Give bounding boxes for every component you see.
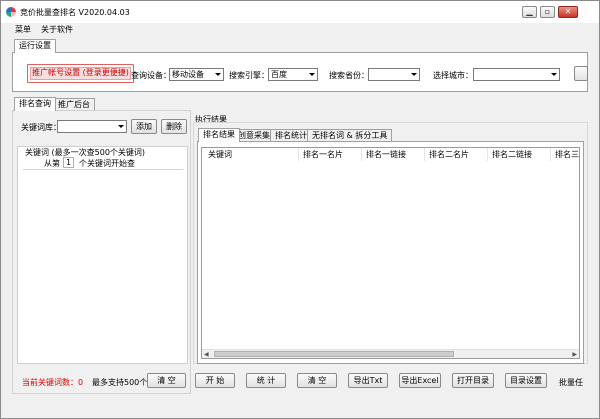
results-table: 关键词 排名一名片 排名一链接 排名二名片 排名二链接 排名三名 ◀ ▶ — [201, 147, 580, 359]
chevron-down-icon — [411, 73, 417, 76]
col-header-rank2-card[interactable]: 排名二名片 — [425, 148, 488, 161]
scrollbar-thumb[interactable] — [214, 351, 454, 357]
keyword-count-value: 0 — [78, 378, 84, 387]
batch-task-label: 批量任 — [559, 378, 583, 387]
tab-rank-query[interactable]: 排名查询 — [14, 97, 56, 111]
menu-item-about[interactable]: 关于软件 — [41, 23, 73, 36]
keyword-lib-label: 关键词库： — [21, 123, 61, 132]
device-label: 查询设备： — [131, 71, 171, 80]
start-index-input[interactable]: 1 — [63, 157, 74, 168]
keyword-count-text: 当前关键词数： — [22, 378, 78, 387]
keywords-group: 关键词 (最多一次查500个关键词) 从第 1 个关键词开始查 — [17, 146, 188, 364]
menu-bar: 菜单 关于软件 — [1, 23, 599, 36]
engine-label: 搜索引擎： — [229, 71, 269, 80]
app-window: 竞价批量查排名 V2020.04.03 ▁ ▫ ✕ 菜单 关于软件 运行设置 推… — [0, 0, 600, 419]
delete-keyword-button[interactable]: 删除 — [161, 119, 187, 134]
chevron-down-icon — [215, 73, 221, 76]
promo-account-button[interactable]: 推广帐号设置 (登录更便捷) — [27, 64, 134, 83]
keywords-textarea[interactable] — [23, 169, 183, 361]
results-group: 排名结果 创意采集 排名统计 无排名词 & 拆分工具 关键词 排名一名片 排名一… — [193, 122, 588, 364]
tab-rank-results[interactable]: 排名结果 — [198, 128, 240, 142]
export-excel-button[interactable]: 导出Excel — [399, 373, 441, 388]
more-settings-button[interactable] — [574, 66, 588, 81]
promo-button-label: 推广帐号设置 (登录更便捷) — [32, 68, 129, 77]
scroll-left-arrow-icon[interactable]: ◀ — [204, 351, 209, 358]
max-support-label: 最多支持500个 — [92, 378, 148, 387]
clear-keywords-button[interactable]: 清 空 — [147, 373, 186, 388]
maximize-button[interactable]: ▫ — [540, 6, 555, 18]
chevron-down-icon — [309, 73, 315, 76]
col-header-rank2-link[interactable]: 排名二链接 — [488, 148, 551, 161]
export-txt-button[interactable]: 导出Txt — [348, 373, 388, 388]
engine-select[interactable]: 百度 — [268, 68, 318, 81]
col-header-rank1-link[interactable]: 排名一链接 — [362, 148, 425, 161]
device-select-value: 移动设备 — [172, 70, 204, 79]
col-header-keyword[interactable]: 关键词 — [204, 148, 299, 161]
horizontal-scrollbar[interactable]: ◀ ▶ — [202, 349, 579, 358]
settings-panel: 推广帐号设置 (登录更便捷) 查询设备： 移动设备 搜索引擎： 百度 搜索省份：… — [12, 52, 588, 92]
stats-button[interactable]: 统 计 — [246, 373, 286, 388]
engine-select-value: 百度 — [271, 70, 287, 79]
scroll-right-arrow-icon[interactable]: ▶ — [572, 351, 577, 358]
app-logo-icon — [6, 7, 16, 17]
keywords-caption: 关键词 (最多一次查500个关键词) — [25, 148, 146, 157]
from-label: 从第 — [44, 159, 60, 168]
city-label: 选择城市： — [433, 71, 473, 80]
close-button[interactable]: ✕ — [558, 6, 578, 18]
keyword-lib-select[interactable] — [57, 120, 127, 133]
results-table-header: 关键词 排名一名片 排名一链接 排名二名片 排名二链接 排名三名 — [202, 148, 579, 161]
open-dir-button[interactable]: 打开目录 — [452, 373, 494, 388]
start-suffix-label: 个关键词开始查 — [79, 159, 135, 168]
start-button[interactable]: 开 始 — [195, 373, 235, 388]
rank-results-panel: 关键词 排名一名片 排名一链接 排名二名片 排名二链接 排名三名 ◀ ▶ — [197, 141, 584, 364]
title-bar: 竞价批量查排名 V2020.04.03 ▁ ▫ ✕ — [1, 1, 599, 23]
chevron-down-icon — [551, 73, 557, 76]
col-header-rank3-card[interactable]: 排名三名 — [551, 148, 579, 161]
col-header-rank1-card[interactable]: 排名一名片 — [299, 148, 362, 161]
menu-item-main[interactable]: 菜单 — [15, 23, 31, 36]
tab-run-settings[interactable]: 运行设置 — [14, 39, 56, 53]
keyword-count-label: 当前关键词数：0 — [22, 377, 83, 388]
add-keyword-button[interactable]: 添加 — [131, 119, 157, 134]
chevron-down-icon — [118, 125, 124, 128]
device-select[interactable]: 移动设备 — [169, 68, 224, 81]
rank-query-panel: 关键词库： 添加 删除 关键词 (最多一次查500个关键词) 从第 1 个关键词… — [12, 110, 191, 394]
province-select[interactable] — [368, 68, 420, 81]
dir-settings-button[interactable]: 目录设置 — [505, 373, 547, 388]
window-title: 竞价批量查排名 V2020.04.03 — [20, 8, 130, 17]
province-label: 搜索省份： — [329, 71, 369, 80]
clear-results-button[interactable]: 清 空 — [297, 373, 337, 388]
minimize-button[interactable]: ▁ — [522, 6, 537, 18]
city-select[interactable] — [473, 68, 560, 81]
